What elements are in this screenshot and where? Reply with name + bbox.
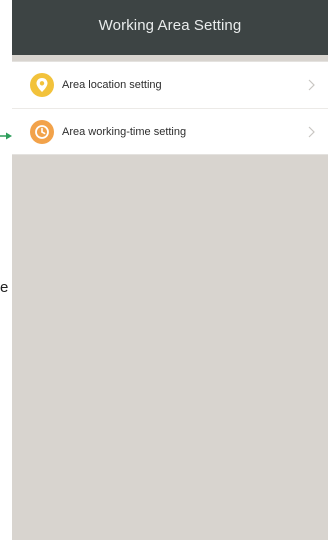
- chevron-right-icon: [306, 78, 316, 92]
- area-location-setting-row[interactable]: Area location setting: [12, 62, 328, 108]
- area-working-time-setting-row[interactable]: Area working-time setting: [12, 108, 328, 154]
- clock-icon: [30, 119, 54, 144]
- left-edge-strip: e: [0, 0, 12, 540]
- nav-bar: Working Area Setting: [12, 0, 328, 55]
- row-label: Area working-time setting: [62, 125, 187, 138]
- row-label: Area location setting: [62, 79, 162, 91]
- cropped-text-fragment: e: [0, 279, 9, 296]
- location-pin-icon: [30, 73, 54, 97]
- app-screen: Working Area Setting Area location setti…: [12, 0, 328, 540]
- green-arrow-icon: [0, 132, 12, 140]
- settings-list: Area location setting Area working-time …: [12, 61, 328, 155]
- screenshot-page: e Working Area Setting Area location set…: [0, 0, 328, 540]
- page-title: Working Area Setting: [98, 17, 242, 34]
- chevron-right-icon: [306, 125, 316, 139]
